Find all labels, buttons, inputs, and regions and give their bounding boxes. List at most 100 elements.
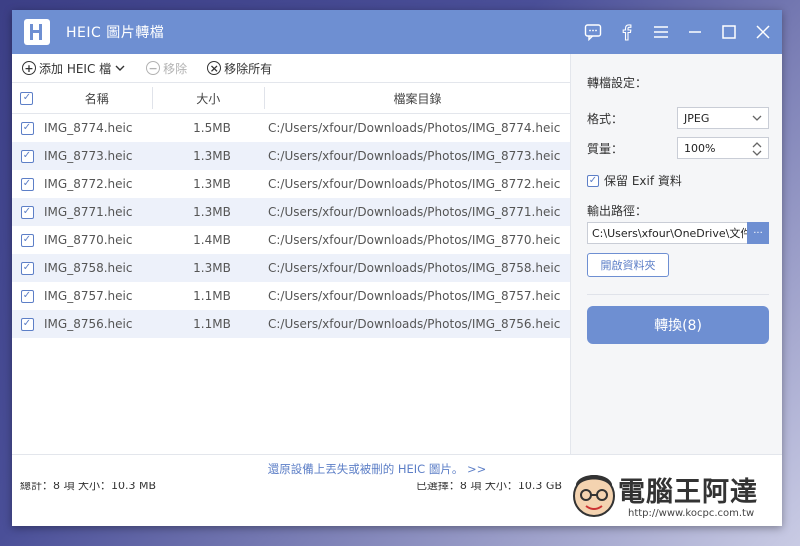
plus-circle-icon: + [22, 61, 36, 75]
file-path: C:/Users/xfour/Downloads/Photos/IMG_8758… [268, 261, 561, 275]
keep-exif-checkbox[interactable]: ✓ [587, 174, 599, 187]
settings-panel: 轉檔設定： 格式： JPEG 質量： 100% ✓ 保留 Exif 資料 輸出路… [570, 54, 782, 454]
remove-button[interactable]: − 移除 [146, 60, 187, 77]
quality-value: 100% [684, 141, 716, 155]
row-checkbox[interactable]: ✓ [20, 149, 34, 163]
app-logo-icon [22, 17, 52, 47]
toolbar: + 添加 HEIC 檔 − 移除 × 移除所有 [12, 54, 570, 82]
add-heic-label: 添加 HEIC 檔 [39, 61, 112, 76]
file-name: IMG_8772.heic [44, 177, 133, 191]
app-window: HEIC 圖片轉檔 + 添加 HEIC 檔 − 移除 × 移除所有 ✓ 名稱 大… [12, 10, 782, 526]
format-label: 格式： [587, 112, 624, 126]
table-row[interactable]: ✓ IMG_8757.heic 1.1MB C:/Users/xfour/Downlo… [12, 282, 570, 310]
output-path-field[interactable]: C:\Users\xfour\OneDrive\文件 [587, 222, 749, 244]
file-table: ✓ 名稱 大小 檔案目錄 ✓ IMG_8774.heic 1.5MB C:/Users… [12, 82, 570, 338]
table-row[interactable]: ✓ IMG_8773.heic 1.3MB C:/Users/xfour/Downlo… [12, 142, 570, 170]
table-row[interactable]: ✓ IMG_8774.heic 1.5MB C:/Users/xfour/Downlo… [12, 114, 570, 142]
watermark-url: http://www.kocpc.com.tw [628, 508, 755, 519]
output-path-label: 輸出路徑： [587, 204, 648, 218]
chevron-down-icon [115, 65, 125, 71]
row-checkbox-cell: ✓ [12, 149, 42, 163]
quality-stepper[interactable]: 100% [677, 137, 769, 159]
divider [587, 294, 769, 295]
facebook-icon[interactable] [618, 23, 636, 41]
file-size: 1.3MB [193, 261, 231, 275]
file-path: C:/Users/xfour/Downloads/Photos/IMG_8771… [268, 205, 561, 219]
file-name: IMG_8770.heic [44, 233, 133, 247]
quality-label: 質量： [587, 142, 624, 156]
row-checkbox-cell: ✓ [12, 233, 42, 247]
mascot-icon [573, 475, 615, 517]
file-size: 1.5MB [193, 121, 231, 135]
menu-icon[interactable] [652, 23, 670, 41]
remove-all-label: 移除所有 [224, 61, 273, 76]
watermark-logo: 電腦王阿達 http://www.kocpc.com.tw [568, 466, 783, 524]
row-checkbox-cell: ✓ [12, 177, 42, 191]
row-checkbox[interactable]: ✓ [20, 317, 34, 331]
table-row[interactable]: ✓ IMG_8770.heic 1.4MB C:/Users/xfour/Downlo… [12, 226, 570, 254]
remove-all-button[interactable]: × 移除所有 [207, 60, 272, 77]
file-size: 1.4MB [193, 233, 231, 247]
header-path[interactable]: 檔案目錄 [265, 90, 570, 107]
settings-title: 轉檔設定： [587, 76, 648, 90]
watermark-text: 電腦王阿達 [618, 477, 758, 508]
row-checkbox-cell: ✓ [12, 289, 42, 303]
file-name: IMG_8771.heic [44, 205, 133, 219]
select-all-checkbox-cell: ✓ [12, 91, 42, 105]
file-path: C:/Users/xfour/Downloads/Photos/IMG_8756… [268, 317, 561, 331]
keep-exif-option[interactable]: ✓ 保留 Exif 資料 [587, 172, 682, 189]
row-checkbox[interactable]: ✓ [20, 289, 34, 303]
app-title: HEIC 圖片轉檔 [66, 25, 165, 41]
header-size[interactable]: 大小 [153, 90, 265, 107]
header-name[interactable]: 名稱 [42, 90, 152, 107]
row-checkbox[interactable]: ✓ [20, 121, 34, 135]
file-size: 1.3MB [193, 205, 231, 219]
table-row[interactable]: ✓ IMG_8758.heic 1.3MB C:/Users/xfour/Downlo… [12, 254, 570, 282]
minus-circle-icon: − [146, 61, 161, 75]
feedback-icon[interactable] [584, 23, 602, 41]
file-name: IMG_8757.heic [44, 289, 133, 303]
chevron-down-icon [752, 115, 762, 121]
format-select[interactable]: JPEG [677, 107, 769, 129]
file-path: C:/Users/xfour/Downloads/Photos/IMG_8757… [268, 289, 561, 303]
format-value: JPEG [684, 111, 710, 125]
remove-label: 移除 [163, 61, 188, 76]
row-checkbox[interactable]: ✓ [20, 233, 34, 247]
convert-button[interactable]: 轉換(8) [587, 306, 769, 344]
table-row[interactable]: ✓ IMG_8771.heic 1.3MB C:/Users/xfour/Downlo… [12, 198, 570, 226]
file-path: C:/Users/xfour/Downloads/Photos/IMG_8772… [268, 177, 561, 191]
minimize-icon[interactable] [686, 23, 704, 41]
row-checkbox-cell: ✓ [12, 317, 42, 331]
select-all-checkbox[interactable]: ✓ [20, 91, 34, 105]
recover-link[interactable]: 還原設備上丟失或被刪的 HEIC 圖片。 >> [268, 461, 487, 477]
row-checkbox[interactable]: ✓ [20, 205, 34, 219]
file-path: C:/Users/xfour/Downloads/Photos/IMG_8774… [268, 121, 561, 135]
stepper-arrows-icon[interactable] [751, 141, 763, 157]
file-size: 1.1MB [193, 289, 231, 303]
row-checkbox-cell: ✓ [12, 261, 42, 275]
file-size: 1.3MB [193, 149, 231, 163]
add-heic-button[interactable]: + 添加 HEIC 檔 [22, 60, 126, 77]
x-circle-icon: × [207, 61, 222, 75]
close-icon[interactable] [754, 23, 772, 41]
table-header: ✓ 名稱 大小 檔案目錄 [12, 82, 570, 114]
browse-button[interactable]: ··· [747, 222, 769, 244]
table-row[interactable]: ✓ IMG_8772.heic 1.3MB C:/Users/xfour/Downlo… [12, 170, 570, 198]
table-body: ✓ IMG_8774.heic 1.5MB C:/Users/xfour/Downlo… [12, 114, 570, 338]
file-path: C:/Users/xfour/Downloads/Photos/IMG_8770… [268, 233, 561, 247]
maximize-icon[interactable] [720, 23, 738, 41]
row-checkbox[interactable]: ✓ [20, 261, 34, 275]
file-path: C:/Users/xfour/Downloads/Photos/IMG_8773… [268, 149, 561, 163]
file-name: IMG_8758.heic [44, 261, 133, 275]
file-name: IMG_8773.heic [44, 149, 133, 163]
open-folder-button[interactable]: 開啟資料夾 [587, 253, 669, 277]
keep-exif-label: 保留 Exif 資料 [604, 174, 682, 188]
row-checkbox-cell: ✓ [12, 205, 42, 219]
title-bar-controls [584, 10, 772, 54]
row-checkbox[interactable]: ✓ [20, 177, 34, 191]
title-bar: HEIC 圖片轉檔 [12, 10, 782, 54]
file-size: 1.1MB [193, 317, 231, 331]
table-row[interactable]: ✓ IMG_8756.heic 1.1MB C:/Users/xfour/Downlo… [12, 310, 570, 338]
file-size: 1.3MB [193, 177, 231, 191]
file-name: IMG_8774.heic [44, 121, 133, 135]
